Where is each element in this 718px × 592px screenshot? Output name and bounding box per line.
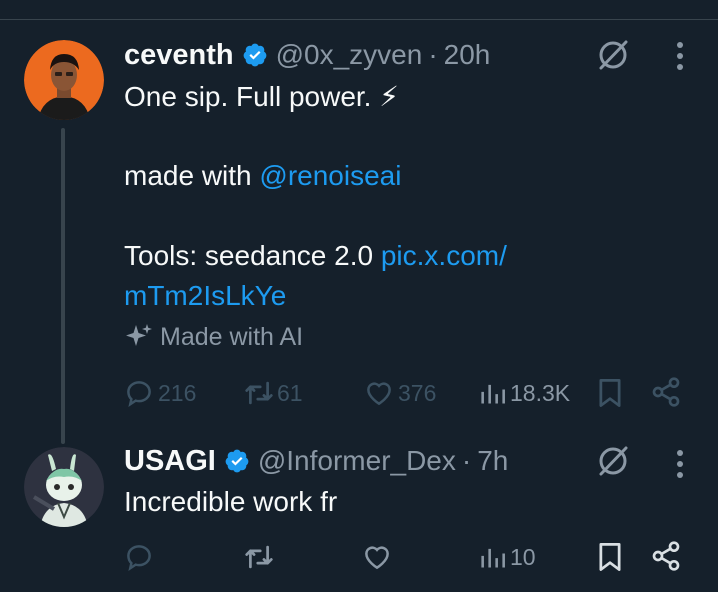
bookmark-icon[interactable]	[596, 377, 624, 409]
reply-separator-dot: ·	[461, 445, 472, 476]
verified-badge-icon	[243, 43, 266, 67]
post-text-line-1: One sip. Full power. ⚡	[124, 81, 399, 112]
views-button[interactable]: 18.3K	[478, 378, 570, 408]
media-link-part-1[interactable]: pic.x.com/	[381, 240, 507, 271]
thread-connector-line	[61, 128, 65, 444]
reply-reply-icon[interactable]	[124, 542, 154, 572]
reply-icon	[127, 381, 151, 407]
post-text-line-3: Tools: seedance 2.0 pic.x.com/	[124, 236, 507, 276]
reply-views-icon	[481, 548, 505, 568]
repost-count: 61	[277, 379, 303, 406]
reply-more-icon[interactable]	[675, 448, 685, 480]
sparkle-icon	[126, 324, 152, 346]
reply-count: 216	[158, 379, 197, 406]
reply-views-button[interactable]: 10	[478, 542, 536, 572]
repost-icon	[245, 381, 273, 405]
like-button[interactable]: 376	[364, 378, 436, 408]
author-name[interactable]: ceventh	[124, 39, 234, 72]
views-count: 18.3K	[510, 379, 571, 406]
reply-verified-badge-icon	[225, 449, 249, 473]
made-with-ai-label[interactable]: Made with AI	[124, 322, 303, 352]
avatar-usagi[interactable]	[24, 447, 104, 527]
post-header: ceventh @0x_zyven · 20h	[124, 36, 490, 74]
share-icon[interactable]	[650, 376, 682, 408]
reply-like-icon[interactable]	[362, 542, 392, 572]
reply-header: USAGI @Informer_Dex · 7h	[124, 442, 508, 480]
post-text-line-2: made with @renoiseai	[124, 156, 401, 196]
reply-text: Incredible work fr	[124, 486, 338, 517]
repost-button[interactable]: 61	[243, 378, 303, 408]
more-icon[interactable]	[675, 40, 685, 72]
reply-repost-icon[interactable]	[243, 542, 275, 572]
author-handle[interactable]: @0x_zyven	[276, 39, 423, 71]
reply-author-name[interactable]: USAGI	[124, 445, 216, 478]
separator-dot: ·	[428, 39, 438, 70]
reply-time[interactable]: 7h	[477, 445, 508, 477]
media-link-part-2[interactable]: mTm2IsLkYe	[124, 276, 286, 316]
post-text-prefix: made with	[124, 160, 260, 191]
reply-button[interactable]: 216	[124, 378, 196, 408]
mention-link[interactable]: @renoiseai	[259, 160, 401, 191]
views-icon	[481, 384, 505, 404]
reply-share-icon[interactable]	[650, 540, 682, 572]
like-count: 376	[398, 379, 437, 406]
reply-grok-icon[interactable]	[596, 444, 630, 478]
grok-icon[interactable]	[596, 38, 630, 72]
top-divider	[0, 19, 718, 20]
like-icon	[367, 382, 391, 406]
reply-author-handle[interactable]: @Informer_Dex	[258, 445, 456, 477]
post-tools-text: Tools: seedance 2.0	[124, 240, 381, 271]
avatar-ceventh[interactable]	[24, 40, 104, 120]
reply-views-count: 10	[510, 543, 536, 570]
reply-bookmark-icon[interactable]	[596, 541, 624, 573]
ai-label-text: Made with AI	[160, 322, 304, 351]
post-time[interactable]: 20h	[444, 39, 491, 71]
